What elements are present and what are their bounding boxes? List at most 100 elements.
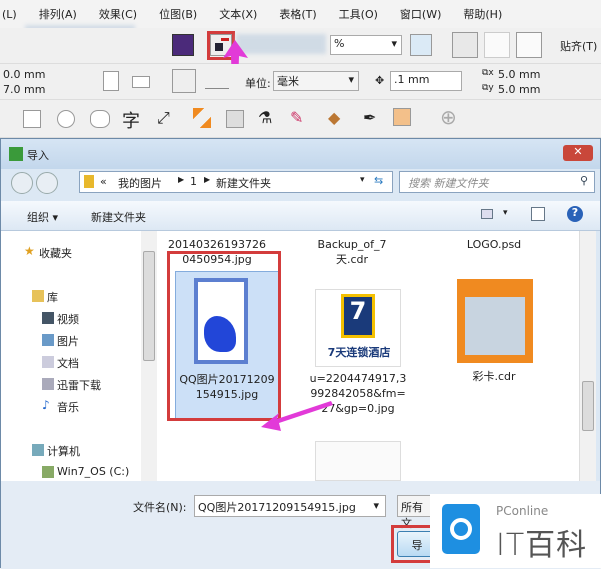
snap-menu[interactable]: 贴齐(T) (560, 38, 597, 54)
star-icon: ★ (24, 244, 35, 258)
refresh-icon[interactable]: ⇆ (374, 174, 383, 187)
interactive-fill-icon[interactable] (393, 108, 411, 126)
view-icon[interactable] (481, 209, 493, 219)
ellipse-tool-icon[interactable] (57, 110, 75, 128)
menu-effects[interactable]: 效果(C) (99, 6, 137, 22)
rulers-icon[interactable] (452, 32, 478, 58)
nav-pictures[interactable]: 图片 (42, 333, 79, 349)
outline-pen-icon[interactable]: ✒ (363, 108, 376, 127)
shadow-tool-icon[interactable] (226, 110, 244, 128)
grid-view-icon[interactable] (484, 32, 510, 58)
file-thumbnail (315, 441, 401, 481)
close-button[interactable]: ✕ (563, 145, 593, 161)
guides-view-icon[interactable] (516, 32, 542, 58)
breadcrumb-separator: ▶ (178, 175, 185, 184)
computer-icon (32, 444, 44, 456)
zoom-select[interactable]: % ▾ (330, 35, 402, 55)
nudge-field[interactable]: .1 mm (390, 71, 462, 91)
breadcrumb-overflow[interactable]: « (100, 175, 107, 188)
connector-tool-icon[interactable] (193, 108, 211, 128)
nav-music[interactable]: ♪ 音乐 (42, 398, 79, 415)
menu-arrange[interactable]: 排列(A) (39, 6, 77, 22)
nav-video[interactable]: 视频 (42, 311, 79, 327)
nav-drive-c[interactable]: Win7_OS (C:) (42, 465, 129, 478)
dup-x-field[interactable]: 5.0 mm (498, 68, 540, 81)
nav-documents[interactable]: 文档 (42, 355, 79, 371)
all-pages-icon[interactable] (172, 69, 196, 93)
nav-downloads[interactable]: 迅雷下载 (42, 377, 101, 393)
organize-button[interactable]: 组织 ▾ (27, 209, 58, 225)
forward-button[interactable] (36, 172, 58, 194)
file-thumbnail (457, 279, 533, 363)
polygon-tool-icon[interactable] (90, 110, 110, 128)
back-button[interactable] (11, 172, 33, 194)
text-tool-icon[interactable]: 字 (122, 107, 140, 133)
documents-icon (42, 356, 54, 368)
menu-text[interactable]: 文本(X) (219, 6, 257, 22)
transparency-tool-icon[interactable]: ⚗ (258, 108, 272, 127)
rectangle-tool-icon[interactable] (23, 110, 41, 128)
file-list: 20140326193726 0450954.jpg Backup_of_7天.… (157, 231, 579, 481)
search-placeholder: 搜索 新建文件夹 (408, 177, 489, 190)
watermark-brand: PConline (496, 504, 549, 518)
address-dropdown[interactable]: ▾ (360, 175, 365, 185)
breadcrumb-my-pictures[interactable]: 我的图片 (118, 175, 162, 191)
width-field[interactable]: 0.0 mm (0, 67, 55, 82)
search-input[interactable]: 搜索 新建文件夹 ⚲ (399, 171, 595, 193)
watermark-name: IT百科 (496, 528, 588, 563)
dup-y-field[interactable]: 5.0 mm (498, 83, 540, 96)
folder-icon (84, 175, 94, 188)
menu-table[interactable]: 表格(T) (279, 6, 316, 22)
breadcrumb-new-folder[interactable]: 新建文件夹 (216, 175, 271, 191)
eyedropper-tool-icon[interactable]: ✎ (290, 108, 303, 127)
pointer-arrow (261, 401, 333, 431)
corel-launcher-icon[interactable] (172, 34, 194, 56)
nav-library[interactable]: 库 (32, 289, 58, 305)
height-field[interactable]: 7.0 mm (0, 82, 55, 97)
new-folder-button[interactable]: 新建文件夹 (91, 209, 146, 225)
add-tool-icon[interactable]: ⊕ (440, 105, 457, 129)
property-bar: 0.0 mm 7.0 mm 单位: 毫米 ▾ ✥ .1 mm ⧉x 5.0 mm … (0, 64, 601, 100)
dialog-title: 导入 (27, 149, 49, 162)
filename-value: QQ图片20171209154915.jpg (198, 501, 356, 514)
current-page-icon[interactable] (205, 73, 229, 89)
command-bar: 组织 ▾ 新建文件夹 ▾ ? (1, 201, 600, 231)
unit-select[interactable]: 毫米 ▾ (273, 71, 359, 91)
nav-scrollbar[interactable] (141, 231, 157, 481)
fullscreen-preview-icon[interactable] (410, 34, 432, 56)
help-icon[interactable]: ? (567, 206, 583, 222)
dialog-title-bar: 导入 ✕ (1, 139, 600, 169)
thumbnail-text: 7天连锁酒店 (327, 346, 391, 359)
address-bar[interactable]: « 我的图片 ▶ 1 ▶ 新建文件夹 ▾ ⇆ (79, 171, 393, 193)
filename-input[interactable]: QQ图片20171209154915.jpg ▾ (194, 495, 386, 517)
preview-pane-icon[interactable] (531, 207, 545, 221)
menu-window[interactable]: 窗口(W) (400, 6, 441, 22)
view-dropdown[interactable]: ▾ (503, 208, 508, 218)
file-item[interactable]: Backup_of_7天.cdr (307, 237, 397, 267)
file-item[interactable]: 彩卡.cdr (444, 369, 544, 384)
file-scrollbar[interactable] (579, 231, 596, 481)
menu-item[interactable]: (L) (2, 8, 17, 21)
menu-bitmap[interactable]: 位图(B) (159, 6, 197, 22)
search-icon: ⚲ (579, 174, 588, 187)
music-icon: ♪ (42, 398, 50, 412)
nav-computer[interactable]: 计算机 (32, 443, 80, 459)
breadcrumb-1[interactable]: 1 (190, 175, 197, 188)
menu-tools[interactable]: 工具(O) (339, 6, 378, 22)
menu-help[interactable]: 帮助(H) (463, 6, 502, 22)
dimension-tool-icon[interactable]: ⤢ (157, 108, 170, 128)
landscape-icon[interactable] (132, 76, 150, 88)
highlight-box (167, 251, 281, 421)
unit-label: 单位: (245, 77, 271, 90)
pconline-logo-icon (442, 504, 480, 554)
pictures-icon (42, 334, 54, 346)
fill-tool-icon[interactable]: ◆ (328, 108, 340, 127)
toolbox: 字 ⤢ ⚗ ✎ ◆ ✒ ⊕ (0, 100, 601, 138)
corel-icon (9, 147, 23, 161)
portrait-icon[interactable] (103, 71, 119, 91)
nav-favorites[interactable]: ★ 收藏夹 (24, 244, 72, 261)
nudge-icon: ✥ (375, 74, 385, 87)
navigation-pane: ★ 收藏夹 库 视频 图片 文档 迅雷下载 ♪ 音乐 计算机 Win7_OS (C:… (1, 231, 141, 481)
file-item[interactable]: LOGO.psd (444, 237, 544, 252)
drive-icon (42, 466, 54, 478)
